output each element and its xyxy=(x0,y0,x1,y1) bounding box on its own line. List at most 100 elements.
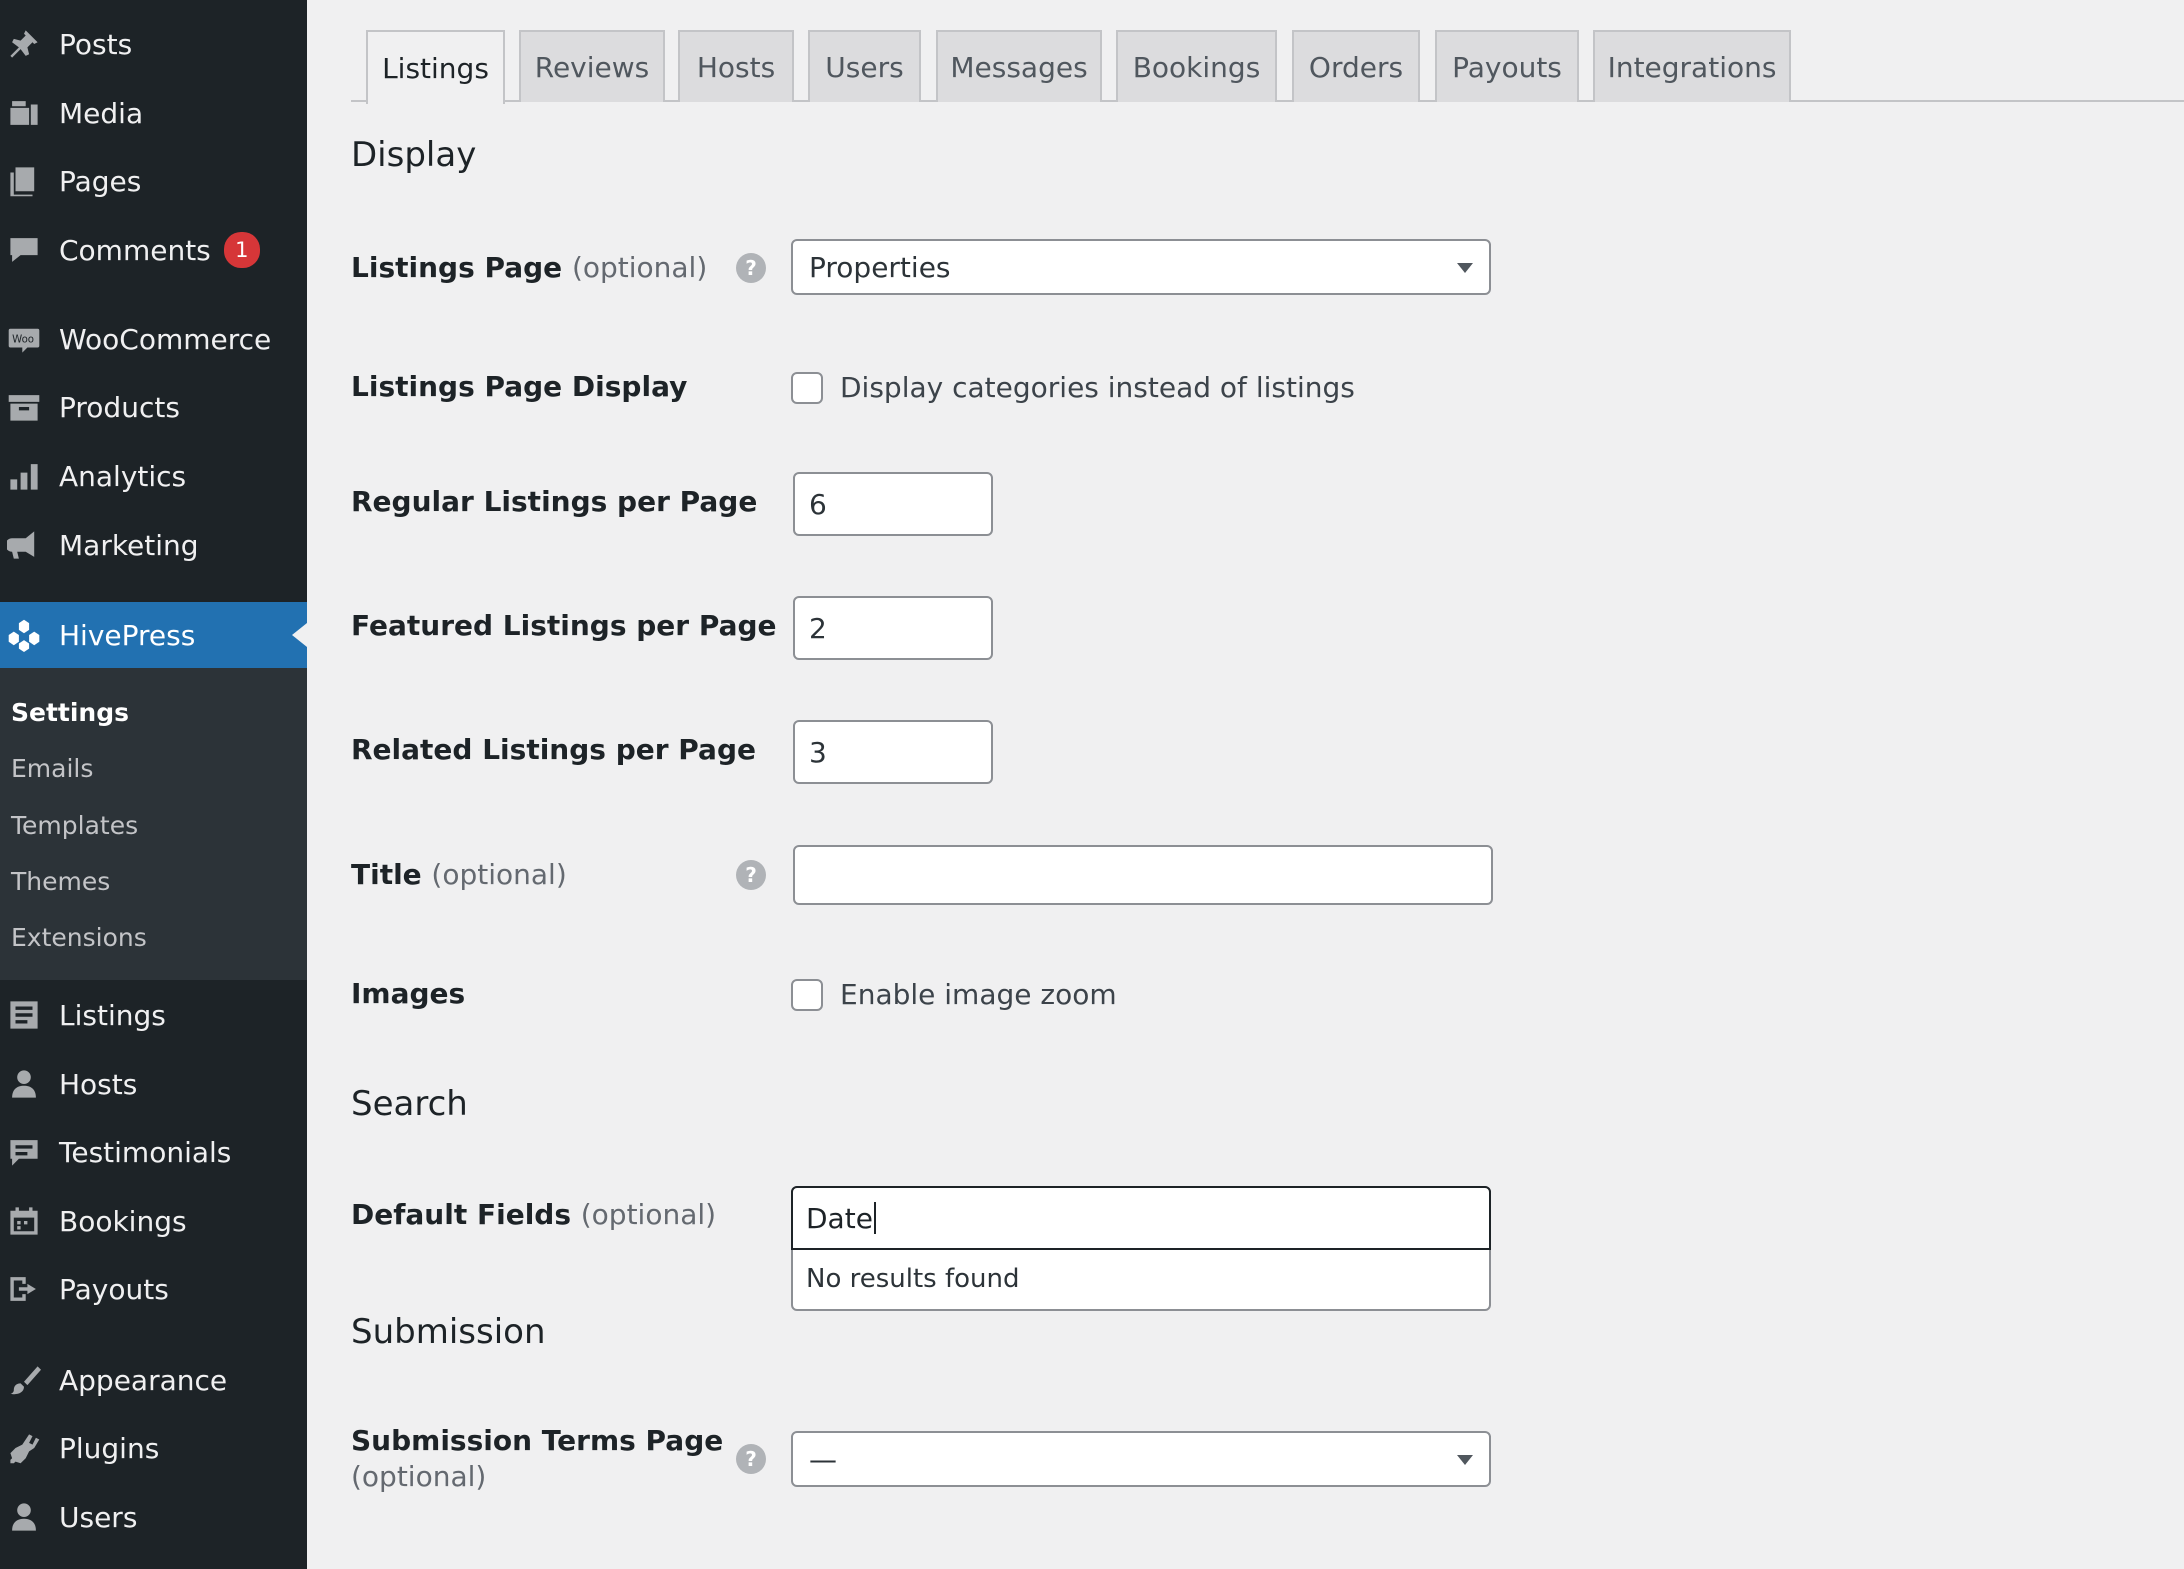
featured-per-page-input[interactable]: 2 xyxy=(793,596,993,660)
submenu-emails[interactable]: Emails xyxy=(11,754,93,783)
list-icon xyxy=(4,995,44,1035)
regular-per-page-input[interactable]: 6 xyxy=(793,472,993,536)
tab-bookings[interactable]: Bookings xyxy=(1116,30,1277,102)
menu-label: HivePress xyxy=(59,618,196,652)
tab-reviews[interactable]: Reviews xyxy=(519,30,665,102)
menu-label: Marketing xyxy=(59,528,199,562)
optional-text: (optional) xyxy=(351,1460,487,1493)
categories-checkbox[interactable] xyxy=(791,371,823,404)
text-cursor xyxy=(873,1202,876,1234)
checkbox-label: Enable image zoom xyxy=(840,978,1117,1011)
menu-label: Plugins xyxy=(59,1431,160,1465)
select-value: — xyxy=(809,1442,837,1476)
tab-payouts[interactable]: Payouts xyxy=(1435,30,1579,102)
default-fields-search-input[interactable]: Date xyxy=(791,1186,1491,1250)
menu-item-comments[interactable]: Comments 1 xyxy=(0,217,307,283)
archive-icon xyxy=(4,387,44,427)
calendar-icon xyxy=(4,1201,44,1241)
field-label-related-per-page: Related Listings per Page xyxy=(351,733,756,766)
submission-terms-select[interactable]: — xyxy=(791,1431,1491,1487)
help-icon[interactable]: ? xyxy=(736,860,766,890)
menu-item-hivepress[interactable]: HivePress xyxy=(0,602,307,668)
submenu-settings[interactable]: Settings xyxy=(11,698,129,727)
image-zoom-checkbox-row[interactable]: Enable image zoom xyxy=(791,978,1117,1011)
field-label-default-fields: Default Fields (optional) xyxy=(351,1197,716,1233)
menu-item-marketing[interactable]: Marketing xyxy=(0,512,307,578)
menu-item-analytics[interactable]: Analytics xyxy=(0,443,307,509)
menu-item-testimonials[interactable]: Testimonials xyxy=(0,1119,307,1185)
menu-label: Pages xyxy=(59,164,142,198)
svg-text:Woo: Woo xyxy=(12,334,34,345)
submenu-extensions[interactable]: Extensions xyxy=(11,923,147,952)
pages-icon xyxy=(4,161,44,201)
label-text: Title xyxy=(351,858,422,891)
tab-messages[interactable]: Messages xyxy=(936,30,1102,102)
listings-page-select[interactable]: Properties xyxy=(791,239,1491,295)
field-label-submission-terms: Submission Terms Page (optional) xyxy=(351,1423,723,1495)
hivepress-submenu: Settings Emails Templates Themes Extensi… xyxy=(0,668,307,980)
categories-checkbox-row[interactable]: Display categories instead of listings xyxy=(791,371,1355,404)
menu-item-bookings[interactable]: Bookings xyxy=(0,1188,307,1254)
hivepress-icon xyxy=(4,615,44,655)
menu-label: WooCommerce xyxy=(59,322,272,356)
search-input-value: Date xyxy=(806,1201,873,1235)
chevron-down-icon xyxy=(1457,263,1473,273)
tab-hosts[interactable]: Hosts xyxy=(678,30,794,102)
menu-label: Products xyxy=(59,390,180,424)
submenu-templates[interactable]: Templates xyxy=(11,811,138,840)
megaphone-icon xyxy=(4,525,44,565)
menu-label: Media xyxy=(59,96,144,130)
menu-item-pages[interactable]: Pages xyxy=(0,148,307,214)
menu-label: Payouts xyxy=(59,1272,169,1306)
field-label-listings-page-display: Listings Page Display xyxy=(351,370,688,403)
tab-listings[interactable]: Listings xyxy=(366,30,505,104)
default-fields-dropdown: Date No results found xyxy=(791,1186,1491,1311)
help-icon[interactable]: ? xyxy=(736,253,766,283)
menu-label: Bookings xyxy=(59,1204,187,1238)
menu-item-plugins[interactable]: Plugins xyxy=(0,1415,307,1481)
section-title-display: Display xyxy=(351,135,477,175)
label-text: Default Fields xyxy=(351,1198,571,1231)
tab-users[interactable]: Users xyxy=(808,30,921,102)
menu-item-products[interactable]: Products xyxy=(0,374,307,440)
menu-item-payouts[interactable]: Payouts xyxy=(0,1256,307,1322)
menu-label: Posts xyxy=(59,27,133,61)
menu-item-woocommerce[interactable]: Woo WooCommerce xyxy=(0,306,307,372)
checkbox-label: Display categories instead of listings xyxy=(840,371,1355,404)
menu-item-listings[interactable]: Listings xyxy=(0,982,307,1048)
menu-label: Appearance xyxy=(59,1363,228,1397)
media-icon xyxy=(4,93,44,133)
person-icon xyxy=(4,1064,44,1104)
plugin-icon xyxy=(4,1428,44,1468)
menu-item-users[interactable]: Users xyxy=(0,1484,307,1550)
menu-label: Hosts xyxy=(59,1067,138,1101)
comment-count-badge: 1 xyxy=(223,232,260,268)
menu-item-hosts[interactable]: Hosts xyxy=(0,1051,307,1117)
help-icon[interactable]: ? xyxy=(736,1444,766,1474)
title-input[interactable] xyxy=(793,845,1493,905)
menu-label: Testimonials xyxy=(59,1135,232,1169)
label-text: Listings Page xyxy=(351,251,563,284)
section-title-search: Search xyxy=(351,1084,468,1124)
related-per-page-input[interactable]: 3 xyxy=(793,720,993,784)
brush-icon xyxy=(4,1360,44,1400)
menu-item-appearance[interactable]: Appearance xyxy=(0,1347,307,1413)
pin-icon xyxy=(4,24,44,64)
menu-label: Users xyxy=(59,1500,138,1534)
image-zoom-checkbox[interactable] xyxy=(791,978,823,1011)
select-value: Properties xyxy=(809,250,951,284)
optional-text: (optional) xyxy=(571,251,708,284)
woo-icon: Woo xyxy=(4,319,44,359)
field-label-regular-per-page: Regular Listings per Page xyxy=(351,485,758,518)
tab-integrations[interactable]: Integrations xyxy=(1593,30,1791,102)
users-icon xyxy=(4,1497,44,1537)
menu-item-media[interactable]: Media xyxy=(0,80,307,146)
no-results-message: No results found xyxy=(806,1264,1020,1294)
chart-bar-icon xyxy=(4,456,44,496)
field-label-listings-page: Listings Page (optional) xyxy=(351,250,707,286)
menu-item-posts[interactable]: Posts xyxy=(0,11,307,77)
comments-icon xyxy=(4,230,44,270)
submenu-themes[interactable]: Themes xyxy=(11,867,110,896)
tab-orders[interactable]: Orders xyxy=(1292,30,1420,102)
chevron-down-icon xyxy=(1457,1455,1473,1465)
